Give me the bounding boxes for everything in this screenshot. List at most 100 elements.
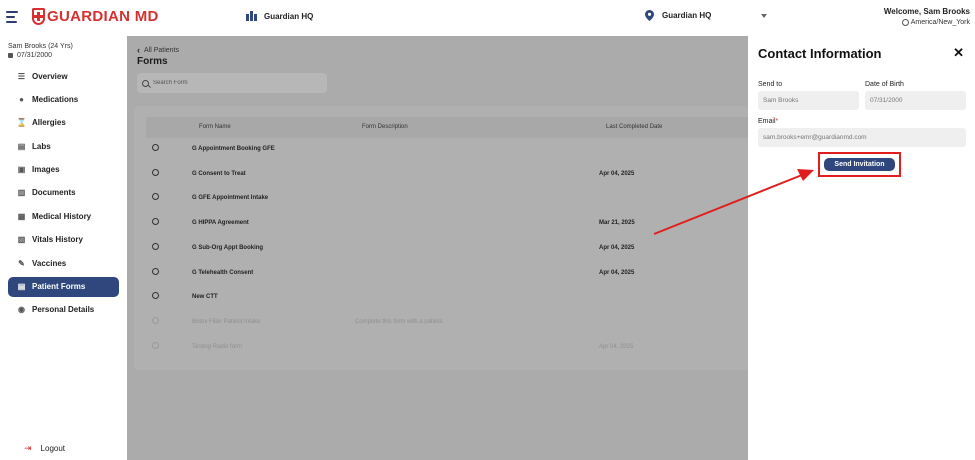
row-radio[interactable] <box>152 316 159 324</box>
patient-name: Sam Brooks (24 Yrs) <box>8 43 73 50</box>
dob-label: Date of Birth <box>865 81 904 88</box>
search-box[interactable] <box>137 73 327 93</box>
location-name: Guardian HQ <box>662 11 712 20</box>
row-radio[interactable] <box>152 168 159 176</box>
org-selector[interactable]: Guardian HQ <box>246 11 313 21</box>
sidebar-item-vitals-history[interactable]: ▧ Vitals History <box>8 230 119 250</box>
form-name-cell: Testing Radio form <box>192 343 243 350</box>
main-content: ‹ All Patients Forms Form Name Form Desc… <box>127 36 748 460</box>
row-radio[interactable] <box>152 267 159 275</box>
welcome-text: Welcome, Sam Brooks <box>883 7 970 16</box>
table-header: Form Name Form Description Last Complete… <box>146 117 748 138</box>
form-name-cell: Botox Filler Patient Intake <box>192 318 261 325</box>
org-name: Guardian HQ <box>264 11 314 21</box>
form-name-cell: G HIPPA Agreement <box>192 220 249 227</box>
row-radio[interactable] <box>152 218 159 226</box>
form-name-cell: G Appointment Booking GFE <box>192 146 275 152</box>
close-icon[interactable]: ✕ <box>953 45 964 61</box>
logo: GUARDIAN MD <box>32 8 159 25</box>
form-name-cell: G Consent to Treat <box>192 170 246 177</box>
location-selector[interactable]: Guardian HQ <box>645 10 711 21</box>
patient-dob: 07/31/2000 <box>8 52 52 59</box>
search-input[interactable] <box>153 80 313 86</box>
table-row[interactable]: G HIPPA Agreement Mar 21, 2025 <box>134 214 748 239</box>
sidebar-item-medical-history[interactable]: ▦ Medical History <box>8 206 119 226</box>
column-header-form-name: Form Name <box>199 124 231 130</box>
email-field[interactable] <box>758 128 966 147</box>
search-icon <box>142 79 149 87</box>
sidebar-item-documents[interactable]: ▥ Documents <box>8 183 119 203</box>
timezone: America/New_York <box>884 19 970 26</box>
vitals-icon: ▧ <box>17 235 26 245</box>
syringe-icon: ✎ <box>18 258 25 268</box>
row-radio[interactable] <box>152 292 159 300</box>
form-name-cell: G Telehealth Consent <box>192 269 254 276</box>
form-name-cell: New CTT <box>192 294 218 301</box>
table-row[interactable]: New CTT <box>134 288 748 313</box>
back-label: All Patients <box>144 46 180 54</box>
forms-icon: ▤ <box>17 282 26 292</box>
patient-dob-text: 07/31/2000 <box>17 52 53 59</box>
annotation-highlight-box: Send Invitation <box>818 152 901 177</box>
pill-icon: ● <box>19 94 24 104</box>
table-row[interactable]: Testing Radio form Apr 04, 2025 <box>134 338 748 363</box>
table-row[interactable]: G Consent to Treat Apr 04, 2025 <box>134 165 748 190</box>
document-icon: ▥ <box>17 188 26 198</box>
sidebar-item-images[interactable]: ▣ Images <box>8 160 119 180</box>
forms-table: Form Name Form Description Last Complete… <box>134 106 748 370</box>
last-completed-cell: Mar 21, 2025 <box>599 220 635 227</box>
sidebar-item-medications[interactable]: ● Medications <box>8 89 119 109</box>
panel-title: Contact Information <box>758 46 882 61</box>
page-title: Forms <box>137 56 168 67</box>
email-label: Email* <box>758 118 779 125</box>
calendar-icon <box>8 53 13 58</box>
back-link[interactable]: ‹ All Patients <box>137 45 179 55</box>
clipboard-icon: ▤ <box>17 141 26 151</box>
table-row[interactable]: Botox Filler Patient Intake Complete this… <box>134 313 748 338</box>
required-marker: * <box>775 118 779 125</box>
sidebar-item-personal-details[interactable]: ◉ Personal Details <box>8 300 119 320</box>
building-icon <box>246 11 257 21</box>
chevron-down-icon[interactable] <box>761 14 767 18</box>
person-icon: ◉ <box>18 305 25 315</box>
logout-icon: ⇥ <box>24 443 32 453</box>
logout-button[interactable]: ⇥ Logout <box>24 443 65 454</box>
table-row[interactable]: G Appointment Booking GFE <box>134 140 748 165</box>
sidebar-item-vaccines[interactable]: ✎ Vaccines <box>8 253 119 273</box>
timezone-text: America/New_York <box>910 19 970 26</box>
table-row[interactable]: G Sub-Org Appt Booking Apr 04, 2025 <box>134 239 748 264</box>
last-completed-cell: Apr 04, 2025 <box>599 343 634 350</box>
column-header-form-description: Form Description <box>362 124 408 130</box>
form-description-cell: Complete this form with a patient <box>355 318 443 325</box>
column-header-last-completed: Last Completed Date <box>606 124 663 130</box>
row-radio[interactable] <box>152 144 159 151</box>
sidebar-item-patient-forms[interactable]: ▤ Patient Forms <box>8 276 119 297</box>
row-radio[interactable] <box>152 193 159 201</box>
row-radio[interactable] <box>152 242 159 250</box>
logout-label: Logout <box>40 444 66 453</box>
send-to-field[interactable] <box>758 91 859 110</box>
sidebar-nav: ☰ Overview ● Medications ⌛ Allergies ▤ Labs … <box>8 66 119 323</box>
globe-icon <box>901 19 909 26</box>
sidebar-item-labs[interactable]: ▤ Labs <box>8 136 119 156</box>
hourglass-icon: ⌛ <box>16 118 27 128</box>
send-invitation-button[interactable]: Send Invitation <box>824 158 895 171</box>
table-row[interactable]: G GFE Appointment Intake <box>134 189 748 214</box>
sidebar-item-overview[interactable]: ☰ Overview <box>8 66 119 86</box>
list-icon: ☰ <box>17 71 26 81</box>
last-completed-cell: Apr 04, 2025 <box>599 269 635 276</box>
contact-information-panel: Contact Information ✕ Send to Date of Bi… <box>748 36 975 460</box>
row-radio[interactable] <box>152 341 159 349</box>
sidebar-item-allergies[interactable]: ⌛ Allergies <box>8 113 119 133</box>
history-icon: ▦ <box>17 211 26 221</box>
location-pin-icon <box>645 10 654 21</box>
menu-icon[interactable] <box>6 11 18 23</box>
send-to-label: Send to <box>758 81 783 88</box>
form-name-cell: G Sub-Org Appt Booking <box>192 244 264 251</box>
last-completed-cell: Apr 04, 2025 <box>599 170 635 177</box>
dob-field[interactable] <box>865 91 966 110</box>
chevron-left-icon: ‹ <box>137 45 140 55</box>
table-row[interactable]: G Telehealth Consent Apr 04, 2025 <box>134 264 748 289</box>
form-name-cell: G GFE Appointment Intake <box>192 195 269 202</box>
last-completed-cell: Apr 04, 2025 <box>599 244 635 251</box>
